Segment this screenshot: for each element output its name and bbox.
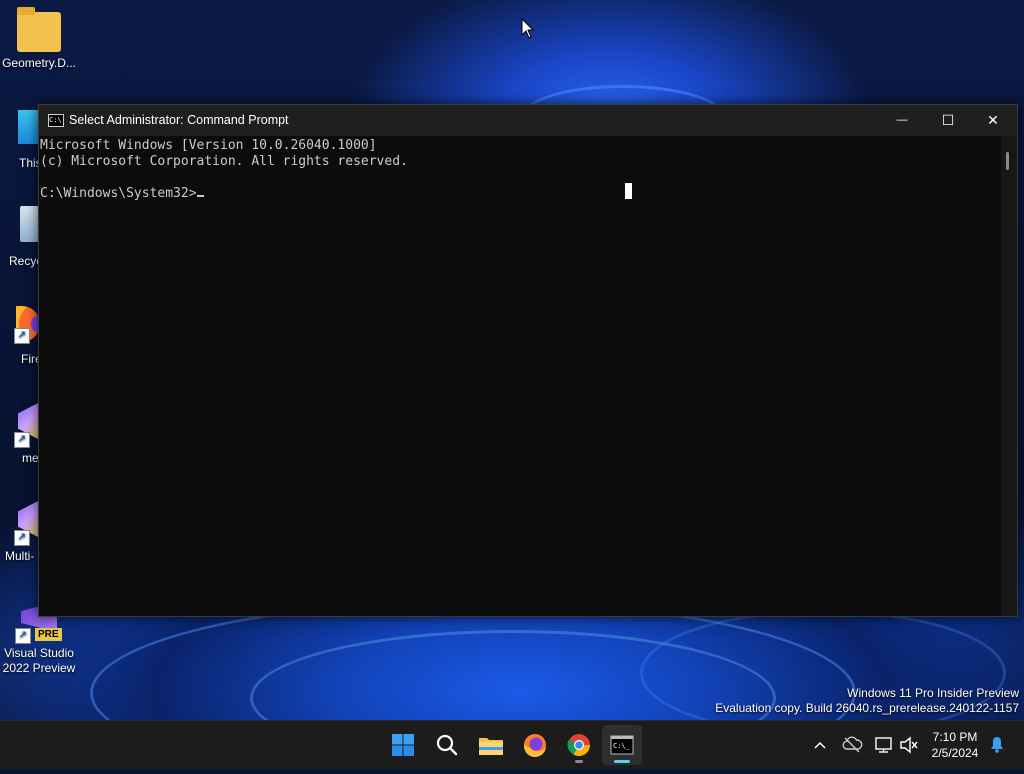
- desktop-icon-firefox[interactable]: ↗ Fire: [0, 306, 42, 366]
- shortcut-arrow-icon: ↗: [14, 328, 30, 344]
- watermark-line: Windows 11 Pro Insider Preview: [847, 686, 1019, 700]
- shortcut-arrow-icon: ↗: [14, 432, 30, 448]
- volume-muted-icon: [900, 736, 918, 754]
- vertical-scrollbar[interactable]: [1001, 136, 1017, 616]
- windows-start-icon: [392, 734, 414, 756]
- desktop-icon-label: Visual Studio 2022 Preview: [2, 646, 76, 675]
- clock-button[interactable]: 7:10 PM 2/5/2024: [920, 729, 990, 761]
- console-prompt: C:\Windows\System32>: [40, 186, 197, 201]
- desktop-icon-recycle-bin[interactable]: Recyc: [0, 206, 42, 268]
- firefox-icon: [523, 734, 546, 758]
- preview-badge: PRE: [35, 628, 62, 641]
- desktop-icon-this-pc[interactable]: This: [0, 110, 42, 170]
- folder-icon: [17, 7, 61, 52]
- taskbar: C:\_ 7:10 PM 2/5/2024: [0, 720, 1024, 769]
- console-prompt-line: C:\Windows\System32>: [40, 186, 1001, 202]
- desktop-icon-geometry[interactable]: Geometry.D...: [1, 7, 77, 71]
- search-icon: [436, 734, 458, 756]
- taskbar-command-prompt[interactable]: C:\_: [602, 725, 642, 765]
- desktop-icon-label: Geometry.D...: [2, 56, 76, 70]
- desktop-icon-label: me: [22, 451, 39, 465]
- chevron-up-icon: [814, 741, 826, 749]
- running-indicator: [614, 760, 630, 763]
- clock-date: 2/5/2024: [931, 746, 979, 760]
- console-line: Microsoft Windows [Version 10.0.26040.10…: [40, 138, 377, 153]
- scrollbar-thumb[interactable]: [1006, 152, 1009, 170]
- desktop-icon-label: Multi-: [5, 549, 35, 563]
- command-prompt-icon: C:\: [48, 114, 64, 127]
- network-button[interactable]: [872, 721, 896, 769]
- taskbar-firefox[interactable]: [515, 725, 555, 765]
- command-prompt-window[interactable]: C:\ Select Administrator: Command Prompt…: [38, 104, 1018, 617]
- window-title: Select Administrator: Command Prompt: [69, 113, 289, 127]
- taskbar-chrome[interactable]: [559, 725, 599, 765]
- desktop-icon-me[interactable]: ↗ me: [0, 402, 40, 465]
- console-output[interactable]: Microsoft Windows [Version 10.0.26040.10…: [39, 136, 1001, 616]
- text-cursor-icon: [625, 183, 632, 199]
- tray-overflow-button[interactable]: [808, 721, 832, 769]
- notifications-button[interactable]: [986, 721, 1008, 769]
- mouse-pointer-icon: [521, 18, 535, 39]
- cloud-offline-icon: [842, 736, 863, 753]
- shortcut-arrow-icon: ↗: [15, 628, 31, 644]
- text-caret: [196, 195, 204, 197]
- bell-icon: [991, 737, 1003, 753]
- command-prompt-icon: C:\_: [610, 735, 634, 755]
- desktop-icon-multi[interactable]: ↗ Multi-: [0, 500, 40, 563]
- file-explorer-icon: [479, 738, 503, 755]
- shortcut-arrow-icon: ↗: [14, 530, 30, 546]
- volume-button[interactable]: [898, 721, 920, 769]
- running-indicator: [575, 760, 583, 763]
- svg-text:C:\_: C:\_: [613, 742, 631, 750]
- evaluation-watermark: Windows 11 Pro Insider Preview Evaluatio…: [715, 686, 1019, 716]
- start-button[interactable]: [383, 725, 423, 765]
- maximize-button[interactable]: ☐: [925, 105, 971, 136]
- clock-time: 7:10 PM: [932, 730, 978, 744]
- close-button[interactable]: ✕: [970, 105, 1016, 136]
- onedrive-button[interactable]: [840, 721, 864, 769]
- search-button[interactable]: [427, 725, 467, 765]
- minimize-button[interactable]: —: [879, 105, 925, 136]
- recycle-bin-icon: [20, 206, 40, 242]
- console-line: (c) Microsoft Corporation. All rights re…: [40, 154, 408, 169]
- firefox-icon: ↗: [14, 306, 40, 344]
- network-icon: [875, 737, 892, 753]
- watermark-line: Evaluation copy. Build 26040.rs_prerelea…: [715, 701, 1019, 715]
- taskbar-file-explorer[interactable]: [471, 725, 511, 765]
- window-titlebar[interactable]: C:\ Select Administrator: Command Prompt…: [39, 105, 1017, 136]
- chrome-icon: [567, 734, 590, 756]
